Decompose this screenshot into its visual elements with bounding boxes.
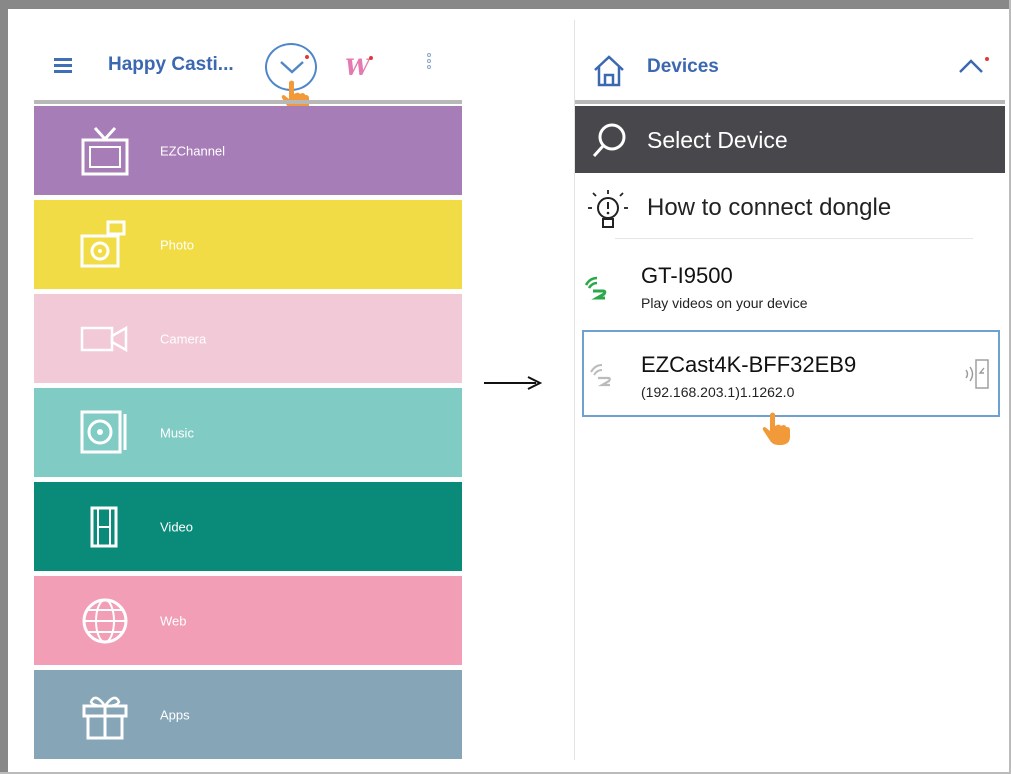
tile-music[interactable]: Music (34, 388, 462, 477)
ez-device-icon (590, 364, 611, 387)
more-options-icon[interactable] (427, 53, 433, 73)
tile-photo[interactable]: Photo (34, 200, 462, 289)
tile-label: Web (160, 613, 187, 628)
gift-icon (82, 696, 128, 739)
tile-label: Photo (160, 237, 194, 252)
frame-border (0, 0, 1011, 9)
device-subtitle: (192.168.203.1)1.1262.0 (641, 384, 795, 400)
divider (34, 100, 462, 104)
how-to-connect-item[interactable]: How to connect dongle (575, 182, 1005, 238)
divider (615, 238, 973, 239)
device-subtitle: Play videos on your device (641, 295, 808, 311)
ez-device-icon (584, 276, 607, 300)
tile-label: Video (160, 519, 194, 534)
tile-web[interactable]: Web (34, 576, 462, 665)
w-logo[interactable]: W (345, 55, 370, 81)
tile-ezchannel[interactable]: EZChannel (34, 106, 462, 195)
logo-dot (369, 56, 373, 60)
device-item[interactable]: GT-I9500 Play videos on your device (575, 245, 1005, 325)
devices-header: Devices (575, 20, 1005, 100)
cast-signal-icon (965, 359, 989, 389)
camera-icon (80, 325, 128, 352)
search-icon (592, 123, 626, 158)
tile-video[interactable]: Video (34, 482, 462, 571)
flow-arrow-icon (484, 376, 543, 390)
divider (575, 100, 1005, 104)
tile-label: Apps (160, 707, 190, 722)
devices-screen: Devices Select Device How to connect don… (574, 20, 1005, 760)
select-device-label: Select Device (647, 127, 788, 153)
tile-apps[interactable]: Apps (34, 670, 462, 759)
photo-icon (80, 220, 126, 267)
chevron-down-icon (280, 61, 304, 74)
device-item-selected[interactable]: EZCast4K-BFF32EB9 (192.168.203.1)1.1262.… (582, 330, 1000, 417)
menu-icon[interactable] (54, 58, 72, 73)
lightbulb-icon (588, 190, 628, 228)
home-screen: Happy Casti... W EZChannel Photo Camera … (34, 20, 462, 760)
tile-label: Music (160, 425, 194, 440)
pointer-hand-icon (762, 412, 790, 445)
how-to-connect-label: How to connect dongle (647, 194, 892, 221)
feature-tiles: EZChannel Photo Camera Music Video Web A… (34, 106, 462, 764)
frame-border (0, 0, 8, 774)
chevron-up-icon[interactable] (957, 56, 991, 80)
app-header: Happy Casti... W (34, 20, 462, 113)
devices-title: Devices (647, 56, 719, 77)
tv-icon (81, 126, 129, 175)
notification-dot (305, 55, 309, 59)
tile-label: Camera (160, 331, 207, 346)
film-icon (90, 506, 118, 547)
device-name: EZCast4K-BFF32EB9 (641, 352, 857, 377)
music-icon (80, 410, 127, 453)
globe-icon (82, 598, 128, 643)
tile-camera[interactable]: Camera (34, 294, 462, 383)
home-icon[interactable] (591, 54, 627, 88)
select-device-bar[interactable]: Select Device (575, 106, 1005, 173)
tile-label: EZChannel (160, 143, 226, 158)
app-title: Happy Casti... (108, 54, 234, 75)
device-name: GT-I9500 (641, 263, 733, 288)
